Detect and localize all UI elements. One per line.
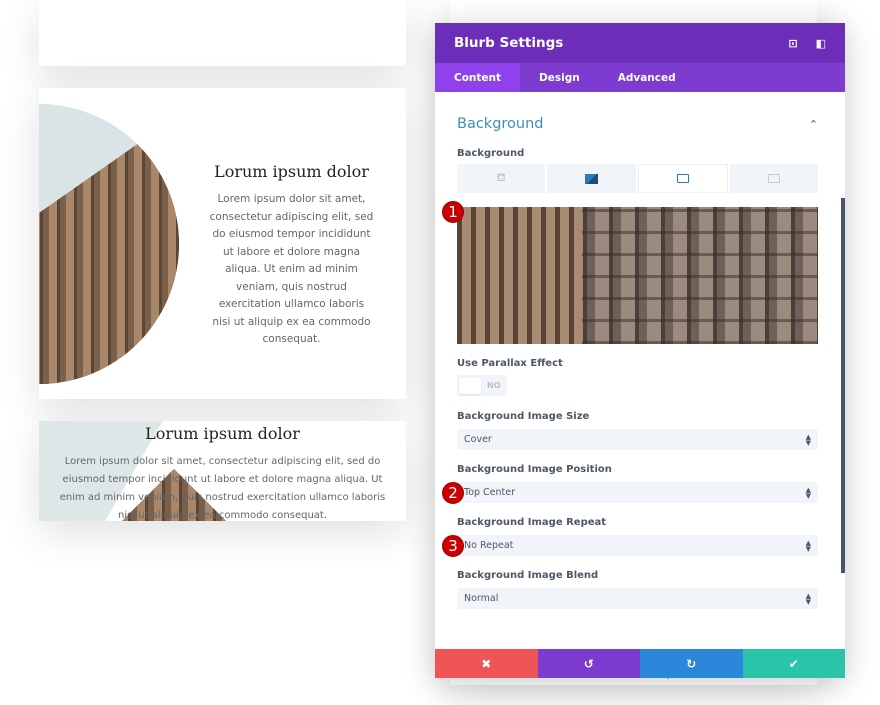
bg-video-tab[interactable] (729, 164, 818, 193)
select-arrows-icon: ▲ ▼ (805, 591, 811, 606)
video-icon (767, 174, 780, 183)
cancel-button[interactable]: ✖ (435, 649, 538, 678)
paint-bucket-icon: ⛾ (496, 171, 506, 184)
tab-design[interactable]: Design (520, 63, 599, 92)
image-blend-label: Background Image Blend (457, 570, 599, 581)
image-size-label: Background Image Size (457, 411, 590, 422)
image-repeat-label: Background Image Repeat (457, 517, 607, 528)
card-text: Lorem ipsum dolor sit amet, consectetur … (59, 456, 386, 521)
tab-advanced[interactable]: Advanced (599, 63, 695, 92)
panel-title: Blurb Settings (454, 35, 564, 51)
close-icon: ✖ (481, 656, 492, 671)
image-repeat-select[interactable]: 3 No Repeat ▲ ▼ (442, 534, 818, 557)
bg-image-tab[interactable] (637, 164, 728, 193)
parallax-label: Use Parallax Effect (457, 358, 563, 369)
bg-gradient-tab[interactable] (547, 164, 636, 193)
blurb-card-wide: Lorum ipsum dolor Lorem ipsum dolor sit … (39, 421, 406, 521)
parallax-value: NO (487, 381, 501, 390)
image-icon (676, 174, 689, 183)
section-title[interactable]: Background (457, 116, 544, 132)
top-card (39, 0, 406, 66)
check-icon: ✔ (788, 656, 799, 671)
card-title: Lorum ipsum dolor (145, 424, 300, 443)
undo-icon: ↺ (583, 656, 594, 671)
gradient-icon (584, 173, 598, 184)
collapse-chevron-icon[interactable]: ⌃ (809, 118, 818, 131)
card-title: Lorum ipsum dolor (214, 162, 369, 181)
save-button[interactable]: ✔ (742, 649, 845, 678)
panel-header: Blurb Settings ⊡ ◧ (435, 23, 845, 63)
redo-icon: ↻ (686, 656, 697, 671)
image-position-select[interactable]: 2 Top Center ▲ ▼ (442, 481, 818, 504)
bg-color-tab[interactable]: ⛾ (457, 164, 546, 193)
step-badge-2: 2 (442, 481, 464, 504)
step-badge-3: 3 (442, 534, 464, 557)
circle-building-image (39, 104, 179, 384)
blurb-card-circle: Lorum ipsum dolor Lorem ipsum dolor sit … (39, 88, 406, 399)
image-size-select[interactable]: Cover ▲ ▼ (457, 429, 818, 450)
image-position-label: Background Image Position (457, 464, 612, 475)
panel-footer: ✖ ↺ ↻ ✔ (435, 649, 845, 678)
undo-button[interactable]: ↺ (537, 649, 640, 678)
background-image-preview[interactable]: 1 (442, 201, 818, 344)
tab-content[interactable]: Content (435, 63, 521, 92)
step-badge-1: 1 (442, 201, 464, 223)
background-label: Background (457, 148, 525, 159)
select-arrows-icon: ▲ ▼ (805, 538, 811, 553)
select-arrows-icon: ▲ ▼ (805, 485, 811, 500)
background-type-tabs: ⛾ (457, 164, 818, 193)
fullscreen-icon[interactable]: ⊡ (788, 37, 797, 50)
card-text: Lorem ipsum dolor sit amet, consectetur … (209, 193, 374, 345)
panel-tabs: Content Design Advanced (435, 63, 845, 92)
sidebar-toggle-icon[interactable]: ◧ (816, 37, 826, 50)
image-blend-select[interactable]: Normal ▲ ▼ (457, 588, 818, 609)
blurb-settings-panel: Blurb Settings ⊡ ◧ Content Design Advance… (435, 23, 845, 678)
redo-button[interactable]: ↻ (640, 649, 743, 678)
select-arrows-icon: ▲ ▼ (805, 432, 811, 447)
parallax-toggle[interactable]: NO (457, 375, 507, 396)
